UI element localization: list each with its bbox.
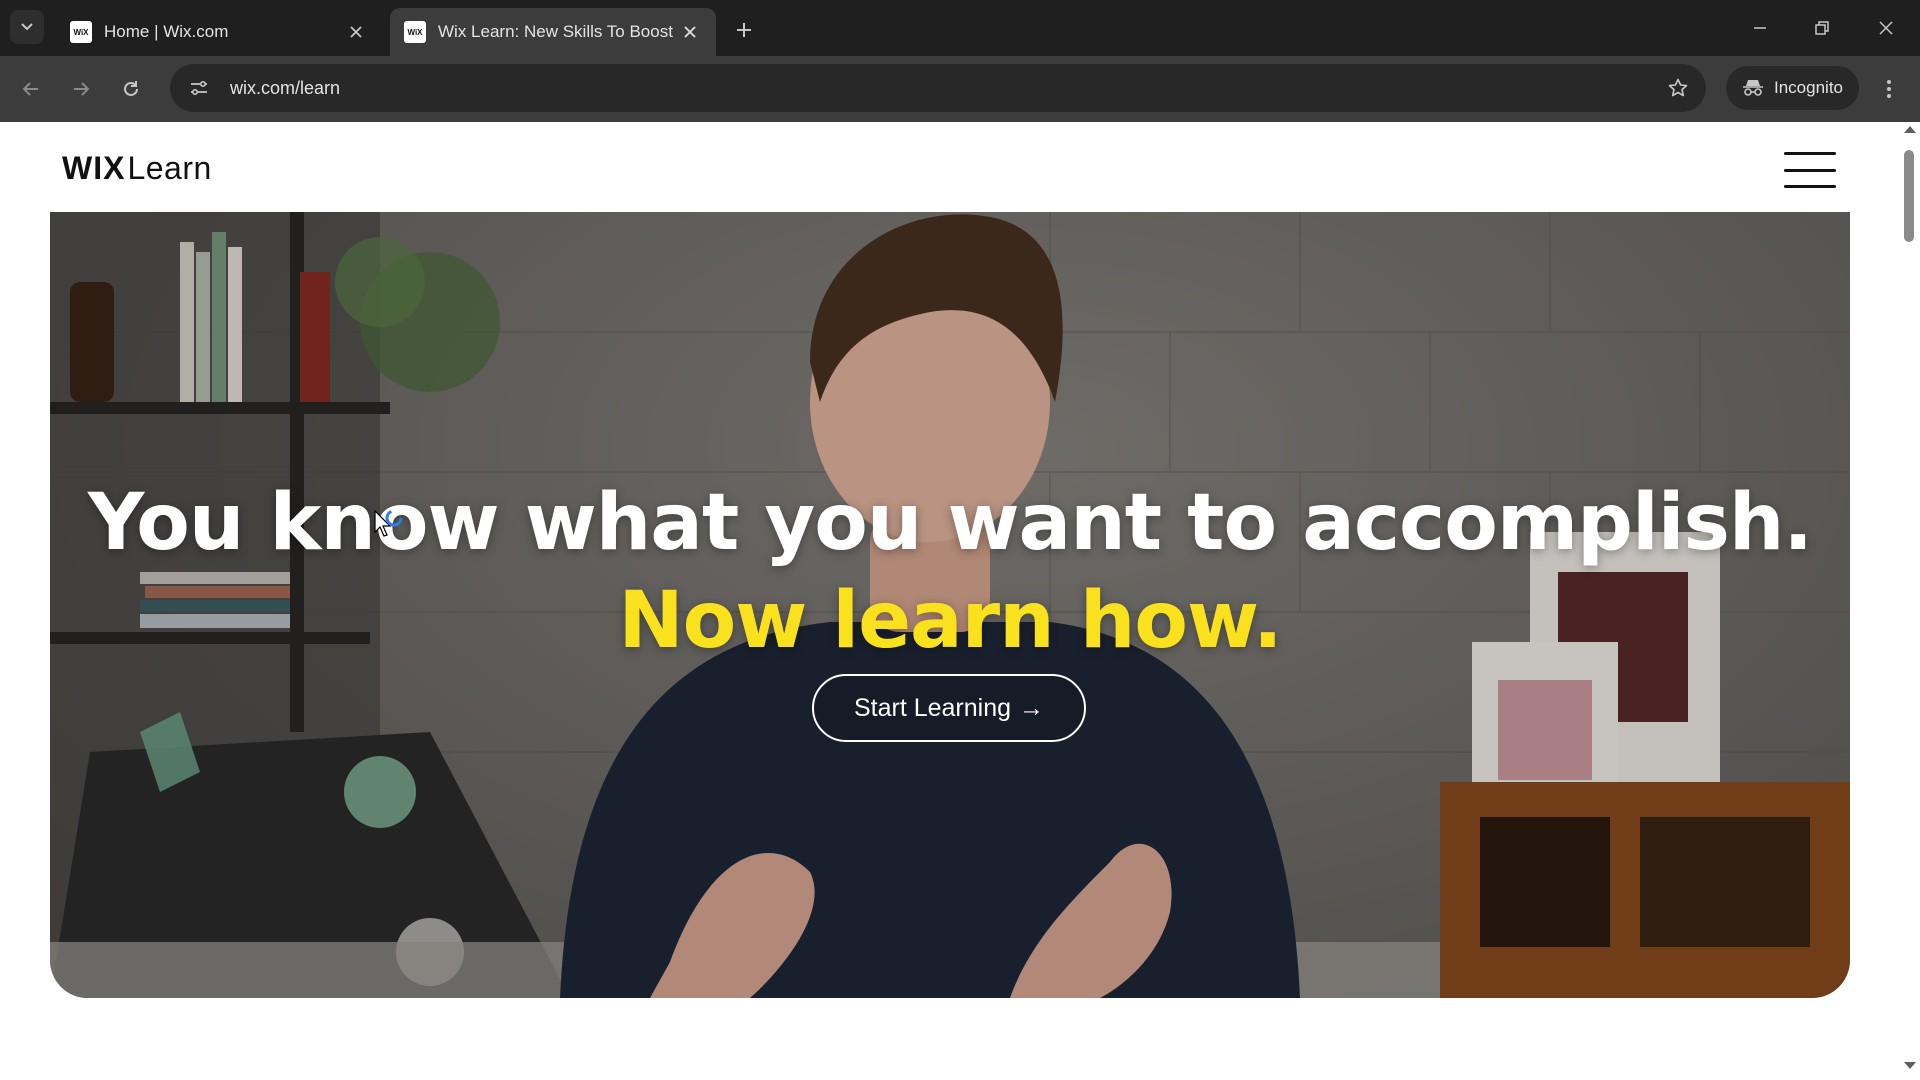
scroll-down-arrow-icon[interactable]: [1904, 1062, 1916, 1069]
hero-headline-accent: Now learn how.: [618, 576, 1282, 666]
scroll-up-arrow-icon[interactable]: [1904, 126, 1916, 133]
arrow-right-icon: →: [1019, 693, 1045, 722]
minimize-button[interactable]: [1736, 8, 1784, 48]
logo-wix: WIX: [62, 150, 126, 186]
logo-learn: Learn: [127, 150, 212, 186]
tab-title: Home | Wix.com: [104, 22, 229, 41]
wix-favicon-icon: WiX: [70, 21, 92, 43]
more-vertical-icon: [1887, 80, 1891, 98]
close-icon: [350, 26, 362, 38]
reload-icon: [124, 81, 138, 96]
restore-icon: [1815, 21, 1829, 35]
page-scrollbar[interactable]: [1900, 122, 1920, 1080]
site-info-button[interactable]: [182, 71, 216, 105]
hero-headline-text: You know what you want to accomplish.: [87, 478, 1813, 568]
restore-button[interactable]: [1798, 8, 1846, 48]
back-button[interactable]: [14, 72, 48, 106]
tune-icon: [191, 80, 207, 96]
hamburger-menu-icon[interactable]: [1784, 152, 1836, 188]
url-text[interactable]: wix.com/learn: [230, 78, 1658, 99]
start-learning-button[interactable]: Start Learning →: [812, 674, 1086, 742]
close-icon: [684, 26, 696, 38]
star-icon: [1668, 78, 1688, 97]
incognito-indicator[interactable]: Incognito: [1726, 66, 1859, 110]
menu-line: [1784, 152, 1836, 155]
hero-banner: You know what you want to accomplish. No…: [50, 212, 1850, 998]
tab-close-button[interactable]: [344, 20, 368, 44]
close-window-button[interactable]: [1862, 8, 1910, 48]
tab-home-wix[interactable]: WiX Home | Wix.com: [56, 8, 382, 56]
tab-close-button[interactable]: [678, 20, 702, 44]
mouse-cursor-busy-icon: [374, 510, 403, 537]
site-header: WIXLearn: [0, 122, 1900, 212]
scrollbar-thumb[interactable]: [1904, 150, 1914, 242]
new-tab-button[interactable]: [728, 14, 760, 46]
browser-menu-button[interactable]: [1872, 72, 1906, 106]
tab-search-button[interactable]: [10, 10, 44, 44]
close-icon: [1879, 21, 1893, 35]
forward-button[interactable]: [64, 72, 98, 106]
arrow-right-icon: [74, 82, 90, 96]
bookmark-button[interactable]: [1658, 68, 1698, 108]
menu-line: [1784, 185, 1836, 188]
wix-favicon-icon: WiX: [404, 21, 426, 43]
plus-icon: [737, 23, 751, 37]
wix-learn-logo[interactable]: WIXLearn: [62, 150, 212, 187]
minimize-icon: [1754, 27, 1766, 29]
incognito-label: Incognito: [1774, 78, 1843, 97]
start-learning-label: Start Learning: [853, 693, 1012, 722]
address-bar[interactable]: wix.com/learn: [170, 64, 1706, 112]
hero-headline: You know what you want to accomplish. No…: [50, 474, 1850, 670]
menu-line: [1784, 168, 1836, 172]
browser-toolbar: wix.com/learn Incognito: [0, 56, 1920, 122]
page-viewport: WIXLearn You know what you want to accom…: [0, 122, 1920, 1080]
reload-button[interactable]: [114, 72, 148, 106]
arrow-left-icon: [22, 82, 38, 96]
browser-tabstrip: WiX Home | Wix.com WiX Wix Learn: New Sk…: [0, 0, 1920, 56]
chevron-down-icon: [21, 23, 33, 31]
tab-wix-learn[interactable]: WiX Wix Learn: New Skills To Boost: [390, 8, 716, 56]
tab-title: Wix Learn: New Skills To Boost: [438, 22, 673, 41]
incognito-icon: [1743, 80, 1763, 96]
